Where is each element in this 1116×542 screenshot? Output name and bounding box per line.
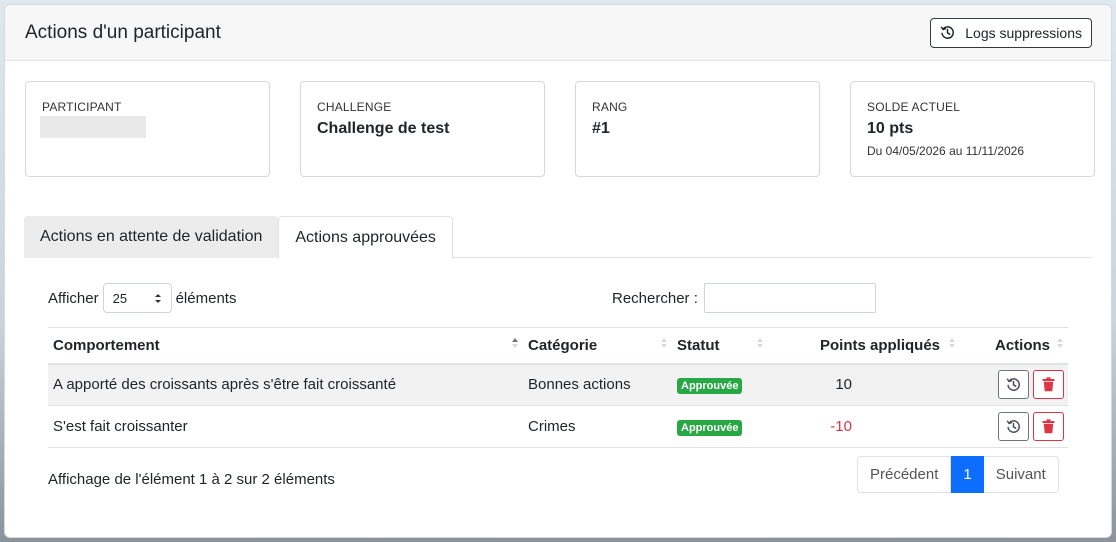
cell-category: Crimes <box>523 405 672 448</box>
rank-box: RANG #1 <box>575 81 820 177</box>
rank-label: RANG <box>592 100 628 114</box>
page-size-select[interactable]: 25 <box>102 283 172 313</box>
cell-behavior: S'est fait croissanter <box>48 405 523 448</box>
col-behavior[interactable]: Comportement <box>48 327 523 365</box>
participant-name-placeholder <box>40 116 146 138</box>
sort-icon <box>948 336 956 354</box>
col-actions[interactable]: Actions <box>960 327 1068 365</box>
history-icon <box>1006 419 1021 434</box>
history-icon <box>940 25 955 40</box>
history-button[interactable] <box>998 370 1029 400</box>
rank-value: #1 <box>592 120 610 137</box>
table-row: A apporté des croissants après s'être fa… <box>48 363 1068 406</box>
col-points[interactable]: Points appliqués <box>768 327 960 365</box>
balance-label: SOLDE ACTUEL <box>867 100 961 114</box>
select-arrows-icon <box>154 293 162 304</box>
search-label: Rechercher : <box>612 289 698 307</box>
challenge-value: Challenge de test <box>317 120 450 137</box>
cell-behavior: A apporté des croissants après s'être fa… <box>48 363 523 406</box>
delete-button[interactable] <box>1033 412 1064 441</box>
cell-status: Approuvée <box>672 405 768 448</box>
approved-actions-table: Comportement Catégorie Statut Points app… <box>48 327 1068 448</box>
stats-row: PARTICIPANT CHALLENGE Challenge de test … <box>25 81 1095 177</box>
cell-category: Bonnes actions <box>523 363 672 406</box>
balance-period: Du 04/05/2026 au 11/11/2026 <box>867 144 1025 158</box>
page-length-control: Afficher 25 éléments <box>48 282 236 314</box>
logs-suppressions-button[interactable]: Logs suppressions <box>930 17 1092 48</box>
tabs: Actions en attente de validation Actions… <box>24 216 1092 259</box>
participant-label: PARTICIPANT <box>42 100 122 114</box>
sort-asc-icon <box>511 336 519 354</box>
col-category[interactable]: Catégorie <box>523 327 672 365</box>
previous-page-button[interactable]: Précédent <box>857 456 952 493</box>
cell-status: Approuvée <box>672 363 768 406</box>
status-badge: Approuvée <box>677 419 743 436</box>
trash-icon <box>1042 419 1055 434</box>
table-row: S'est fait croissanter Crimes Approuvée … <box>48 405 1068 448</box>
balance-value: 10 pts <box>867 120 914 137</box>
page-1-button[interactable]: 1 <box>951 456 984 493</box>
status-badge: Approuvée <box>677 377 743 394</box>
tab-pending-actions[interactable]: Actions en attente de validation <box>24 216 279 258</box>
search-input[interactable] <box>703 283 876 313</box>
balance-box: SOLDE ACTUEL 10 pts Du 04/05/2026 au 11/… <box>850 81 1095 177</box>
cell-points: -10 <box>768 405 960 448</box>
table-info: Affichage de l'élément 1 à 2 sur 2 éléme… <box>48 471 335 488</box>
search-control: Rechercher : <box>612 282 876 314</box>
card-header: Actions d'un participant Logs suppressio… <box>5 5 1111 61</box>
cell-points: 10 <box>768 363 960 406</box>
cell-actions <box>960 405 1068 448</box>
next-page-button[interactable]: Suivant <box>983 456 1059 493</box>
col-status[interactable]: Statut <box>672 327 768 365</box>
table-controls: Afficher 25 éléments Rechercher : <box>48 282 1068 314</box>
show-label: Afficher <box>48 289 99 307</box>
elements-label: éléments <box>175 289 237 307</box>
page-size-value: 25 <box>112 290 128 306</box>
trash-icon <box>1042 377 1055 392</box>
logs-suppressions-label: Logs suppressions <box>965 24 1082 41</box>
pagination: Précédent 1 Suivant <box>857 456 1059 493</box>
history-icon <box>1006 377 1021 392</box>
tab-approved-actions[interactable]: Actions approuvées <box>278 216 453 259</box>
page-title: Actions d'un participant <box>25 21 221 43</box>
cell-actions <box>960 363 1068 406</box>
history-button[interactable] <box>998 412 1029 441</box>
challenge-box: CHALLENGE Challenge de test <box>300 81 545 177</box>
table-header-row: Comportement Catégorie Statut Points app… <box>48 327 1068 365</box>
delete-button[interactable] <box>1033 370 1064 400</box>
challenge-label: CHALLENGE <box>317 100 392 114</box>
sort-icon <box>756 336 764 354</box>
sort-icon <box>1056 336 1064 354</box>
participant-box: PARTICIPANT <box>25 81 270 177</box>
sort-icon <box>660 336 668 354</box>
